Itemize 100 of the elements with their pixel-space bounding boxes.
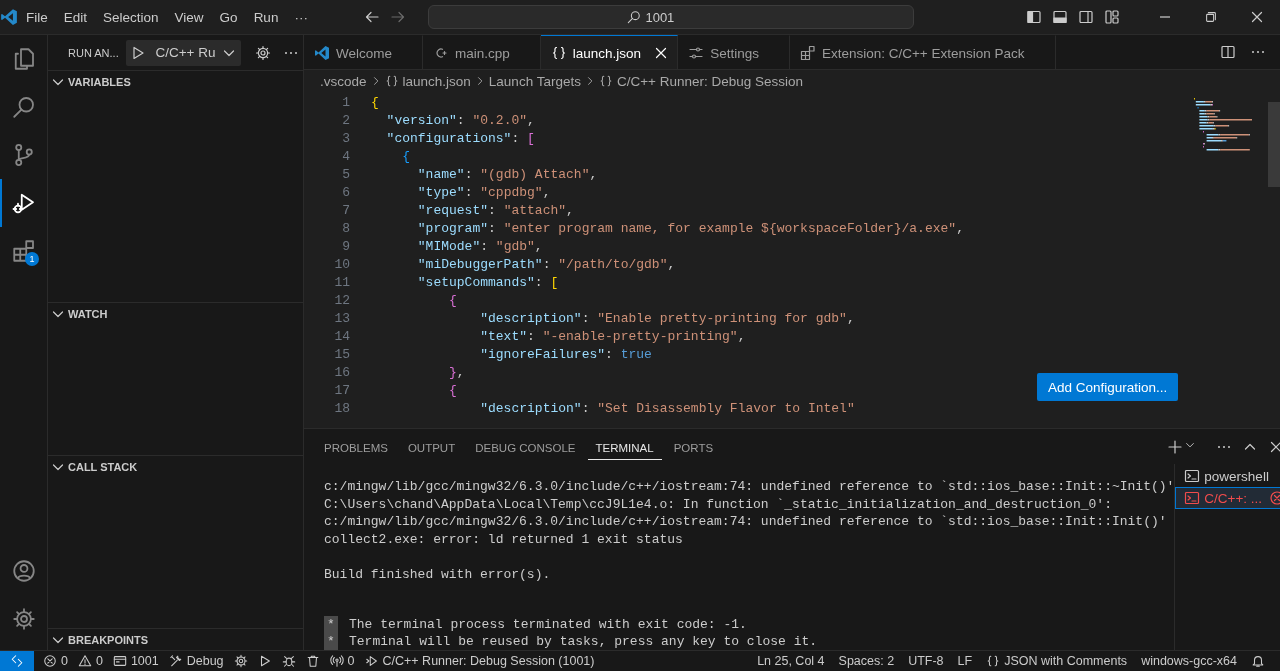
launch-config-dropdown[interactable]: C/C++ Ru bbox=[126, 39, 241, 66]
status-item[interactable]: 0 bbox=[38, 654, 73, 668]
status-item[interactable]: 1001 bbox=[107, 654, 164, 668]
settings-icon[interactable] bbox=[11, 607, 36, 631]
status-item[interactable]: Ln 25, Col 4 bbox=[750, 654, 832, 668]
trash-icon bbox=[305, 654, 320, 668]
terminal-line: Terminal will be reused by tasks, press any key to close it. bbox=[349, 633, 818, 650]
settings-icon bbox=[233, 654, 248, 668]
line-number: 2 bbox=[341, 112, 350, 130]
search-icon bbox=[11, 95, 36, 119]
add-configuration-button[interactable]: Add Configuration... bbox=[1037, 373, 1179, 401]
status-item[interactable]: LF bbox=[950, 654, 980, 668]
account-icon[interactable] bbox=[11, 559, 36, 583]
terminal-line: Build finished with error(s). bbox=[324, 565, 552, 583]
plus-icon[interactable] bbox=[1167, 438, 1184, 455]
line-number: 7 bbox=[341, 202, 350, 220]
panel-toggle-icon[interactable] bbox=[1052, 9, 1068, 25]
code-line: "MIMode": "gdb", bbox=[416, 238, 543, 256]
menu-item[interactable]: View bbox=[166, 6, 212, 28]
split-editor-icon[interactable] bbox=[1220, 44, 1236, 60]
run-debug-icon bbox=[11, 191, 36, 215]
primary-sidebar-toggle-icon[interactable] bbox=[1026, 9, 1042, 25]
settings-icon[interactable] bbox=[255, 44, 271, 61]
status-item[interactable]: C/C++ Runner: Debug Session (1001) bbox=[359, 654, 600, 668]
menu-item[interactable]: Run bbox=[245, 6, 287, 28]
port-icon bbox=[112, 654, 127, 668]
code-line: "setupCommands": [ bbox=[416, 274, 559, 292]
remote-button[interactable] bbox=[0, 651, 34, 671]
status-item[interactable]: 0 bbox=[72, 654, 108, 668]
code-line: "program": "enter program name, for example ${workspaceFolder}/a.exe", bbox=[416, 220, 964, 238]
search-text: 1001 bbox=[645, 9, 675, 25]
status-item[interactable]: 0 bbox=[324, 654, 360, 668]
line-number: 12 bbox=[333, 292, 350, 310]
back-arrow-icon[interactable] bbox=[363, 9, 380, 25]
terminal-list-item[interactable]: powershell bbox=[1175, 465, 1280, 487]
forward-arrow-icon[interactable] bbox=[389, 9, 406, 25]
line-number: 4 bbox=[341, 148, 350, 166]
code-line: "description": "Set Disassembly Flavor to Intel" bbox=[479, 400, 855, 418]
customize-layout-icon[interactable] bbox=[1104, 9, 1120, 25]
status-item[interactable]: UTF-8 bbox=[901, 654, 951, 668]
line-number: 13 bbox=[333, 310, 350, 328]
line-number: 16 bbox=[333, 364, 350, 382]
code-line: "configurations": [ bbox=[385, 130, 535, 148]
terminal-line: c:/mingw/lib/gcc/mingw32/6.3.0/include/c++/iostream:74: undefined reference to `std::ios_base::Init::Init()' bbox=[324, 513, 1168, 531]
section-header[interactable]: VARIABLES bbox=[48, 70, 303, 92]
menu-item[interactable]: Selection bbox=[95, 6, 167, 28]
braces-icon bbox=[598, 74, 613, 88]
breadcrumb-item[interactable]: .vscode bbox=[320, 73, 367, 89]
breadcrumb-item[interactable]: Launch Targets bbox=[488, 73, 581, 89]
scrollbar-thumb[interactable] bbox=[1268, 102, 1280, 187]
menu-item[interactable]: Go bbox=[211, 6, 246, 28]
terminal-line: collect2.exe: error: ld returned 1 exit status bbox=[324, 530, 684, 548]
panel-tab[interactable]: DEBUG CONSOLE bbox=[467, 433, 584, 460]
code-line: }, bbox=[448, 364, 465, 382]
command-center-search[interactable]: 1001 bbox=[427, 5, 914, 29]
terminal-line: The terminal process terminated with exit code: -1. bbox=[349, 615, 747, 633]
code-line: "request": "attach", bbox=[416, 202, 574, 220]
code-line: "type": "cppdbg", bbox=[416, 184, 551, 202]
section-header[interactable]: CALL STACK bbox=[48, 455, 303, 477]
line-number: 3 bbox=[341, 130, 350, 148]
extensions-icon bbox=[799, 45, 816, 61]
menu-item[interactable]: ··· bbox=[286, 6, 316, 28]
editor-tab[interactable]: launch.json bbox=[540, 35, 679, 69]
status-item[interactable]: Debug bbox=[163, 654, 229, 668]
tools-icon bbox=[168, 654, 183, 668]
code-line: { bbox=[370, 94, 379, 112]
code-line: "ignoreFailures": true bbox=[479, 346, 652, 364]
status-item[interactable]: JSON with Comments bbox=[979, 654, 1135, 668]
status-item[interactable]: windows-gcc-x64 bbox=[1134, 654, 1244, 668]
search-icon bbox=[627, 10, 642, 24]
panel-tab[interactable]: PROBLEMS bbox=[316, 433, 396, 460]
vscode-logo-icon bbox=[0, 8, 18, 26]
panel-tab[interactable]: OUTPUT bbox=[399, 433, 464, 460]
line-number: 1 bbox=[341, 94, 350, 112]
status-item[interactable]: Spaces: 2 bbox=[831, 654, 902, 668]
badge: 1 bbox=[25, 252, 39, 266]
extensions-icon bbox=[11, 239, 36, 263]
panel-tab[interactable]: TERMINAL bbox=[587, 433, 662, 460]
close-icon bbox=[1249, 9, 1265, 25]
code-line: "description": "Enable pretty-printing for gdb", bbox=[479, 310, 855, 328]
terminal-list-item[interactable]: C/C++: ... bbox=[1175, 487, 1280, 509]
secondary-sidebar-toggle-icon[interactable] bbox=[1078, 9, 1094, 25]
panel-tab[interactable]: PORTS bbox=[665, 433, 722, 460]
menu-item[interactable]: Edit bbox=[55, 6, 96, 28]
section-header[interactable]: WATCH bbox=[48, 302, 303, 324]
launch-icon bbox=[364, 654, 379, 668]
menu-item[interactable]: File bbox=[18, 6, 56, 28]
sidebar-title: RUN AN... bbox=[68, 46, 120, 59]
code-line: "text": "-enable-pretty-printing", bbox=[479, 328, 746, 346]
activity-tab[interactable]: 1 bbox=[0, 227, 47, 275]
line-number: 17 bbox=[333, 382, 350, 400]
breadcrumb-item[interactable]: launch.json bbox=[402, 73, 471, 89]
code-line: { bbox=[401, 148, 410, 166]
terminal-marker: * bbox=[324, 633, 338, 650]
breadcrumb-item[interactable]: C/C++ Runner: Debug Session bbox=[616, 73, 804, 89]
minimize-icon bbox=[1160, 16, 1170, 18]
terminal-icon bbox=[1184, 468, 1201, 484]
code-line: { bbox=[448, 292, 457, 310]
start-debugging-icon bbox=[130, 44, 146, 61]
line-number: 15 bbox=[333, 346, 350, 364]
